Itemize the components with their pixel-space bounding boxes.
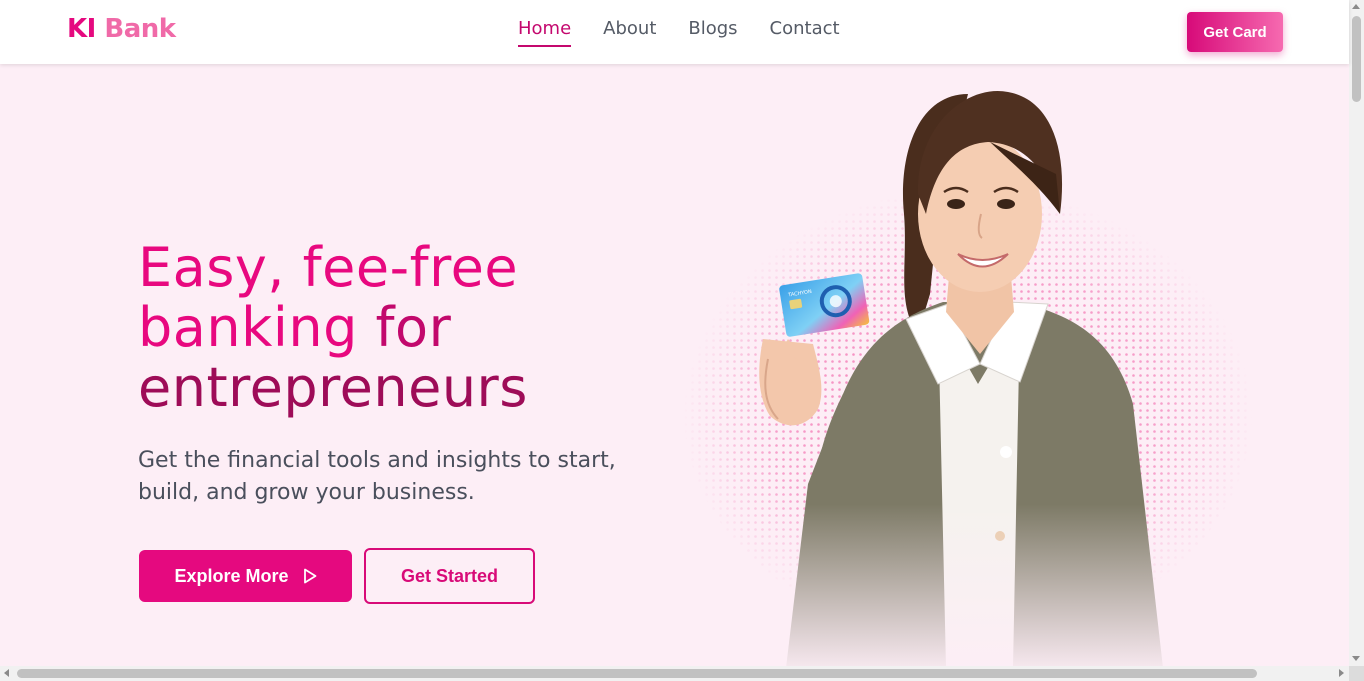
hero-subtitle: Get the financial tools and insights to … [138, 448, 616, 505]
hero-title-word-for: for [375, 296, 452, 359]
vertical-scrollbar[interactable] [1349, 0, 1364, 666]
hero-title-word-banking: banking [138, 296, 358, 359]
explore-more-label: Explore More [174, 565, 289, 586]
scroll-down-icon[interactable] [1352, 656, 1360, 661]
hero-title-line3: entrepreneurs [138, 356, 528, 419]
explore-more-button[interactable]: Explore More [139, 550, 352, 602]
nav-blogs[interactable]: Blogs [688, 18, 737, 47]
scroll-left-icon[interactable] [4, 669, 9, 677]
main-nav: Home About Blogs Contact [518, 18, 840, 47]
site-header: KI Bank Home About Blogs Contact Get Car… [0, 0, 1349, 64]
logo-bank: Bank [104, 14, 176, 44]
logo-ki: KI [67, 14, 96, 44]
vertical-scroll-thumb[interactable] [1352, 16, 1361, 102]
nav-about[interactable]: About [603, 18, 656, 47]
play-outline-icon [303, 568, 316, 584]
get-card-button[interactable]: Get Card [1187, 12, 1283, 52]
scrollbar-corner [1349, 666, 1364, 681]
scroll-right-icon[interactable] [1339, 669, 1344, 677]
get-started-button[interactable]: Get Started [364, 548, 535, 604]
hero-title-line1: Easy, fee-free [138, 236, 519, 299]
hero-title: Easy, fee-free banking for entrepreneurs [138, 238, 698, 418]
nav-home[interactable]: Home [518, 18, 572, 47]
scroll-up-icon[interactable] [1352, 4, 1360, 9]
horizontal-scroll-thumb[interactable] [17, 669, 1257, 678]
brand-logo[interactable]: KI Bank [67, 14, 176, 44]
nav-contact[interactable]: Contact [770, 18, 840, 47]
hero-illustration: TACHYON [683, 90, 1253, 668]
horizontal-scrollbar[interactable] [0, 666, 1349, 681]
